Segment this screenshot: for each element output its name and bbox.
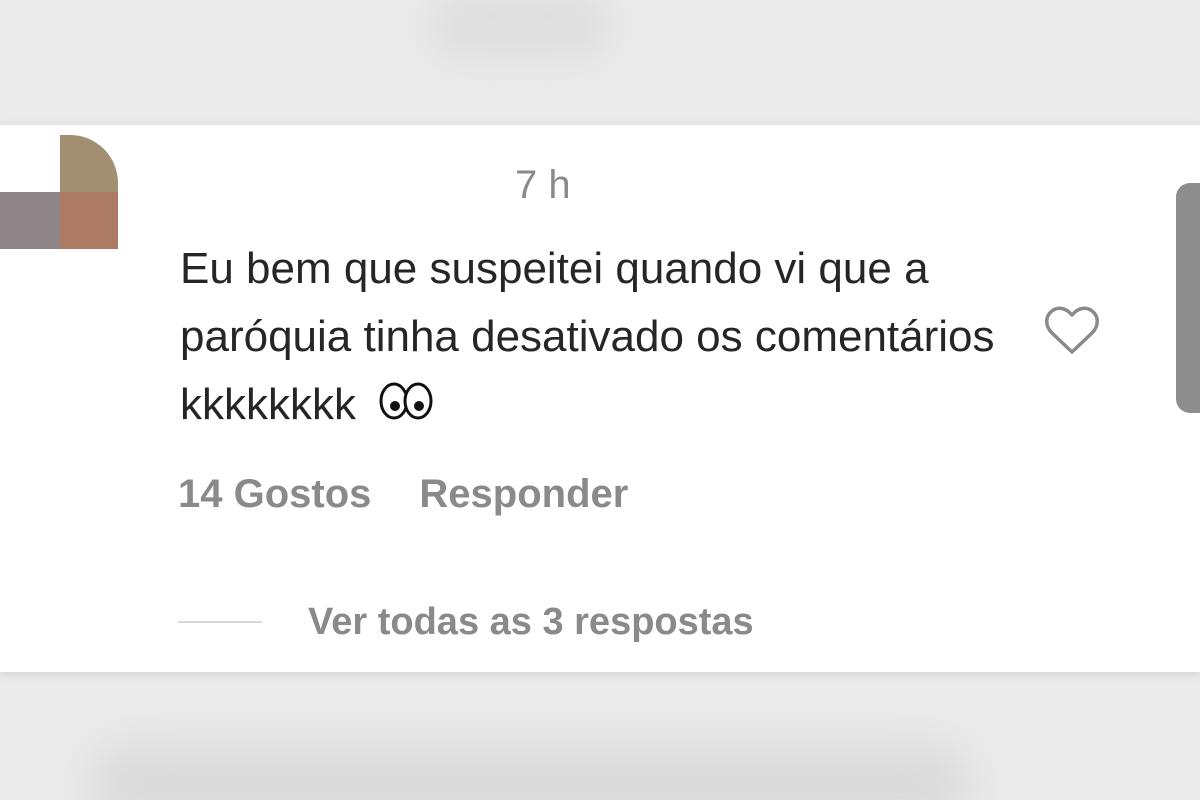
view-replies-button[interactable]: Ver todas as 3 respostas <box>178 600 754 644</box>
replies-divider-line <box>178 621 262 623</box>
reply-button[interactable]: Responder <box>419 471 628 517</box>
avatar[interactable] <box>0 135 120 250</box>
likes-count[interactable]: 14 Gostos <box>178 471 371 517</box>
screenshot-stage: 7 h Eu bem que suspeitei quando vi que a… <box>0 0 1200 800</box>
blurred-bottom-content <box>90 745 970 800</box>
comment-card: 7 h Eu bem que suspeitei quando vi que a… <box>0 125 1200 672</box>
avatar-tile-bottom-left <box>0 192 60 249</box>
view-replies-label: Ver todas as 3 respostas <box>308 601 754 643</box>
comment-time: 7 h <box>515 163 571 207</box>
avatar-tile-top <box>60 135 118 192</box>
heart-outline-icon[interactable] <box>1043 305 1101 357</box>
eyes-icon <box>379 382 433 420</box>
comment-actions: 14 Gostos Responder <box>178 471 628 517</box>
scrollbar-thumb[interactable] <box>1176 183 1200 413</box>
blurred-top-content <box>430 0 610 60</box>
comment-body: Eu bem que suspeitei quando vi que a par… <box>180 235 1020 439</box>
comment-text: Eu bem que suspeitei quando vi que a par… <box>180 244 995 429</box>
avatar-tile-bottom-right <box>60 192 118 249</box>
